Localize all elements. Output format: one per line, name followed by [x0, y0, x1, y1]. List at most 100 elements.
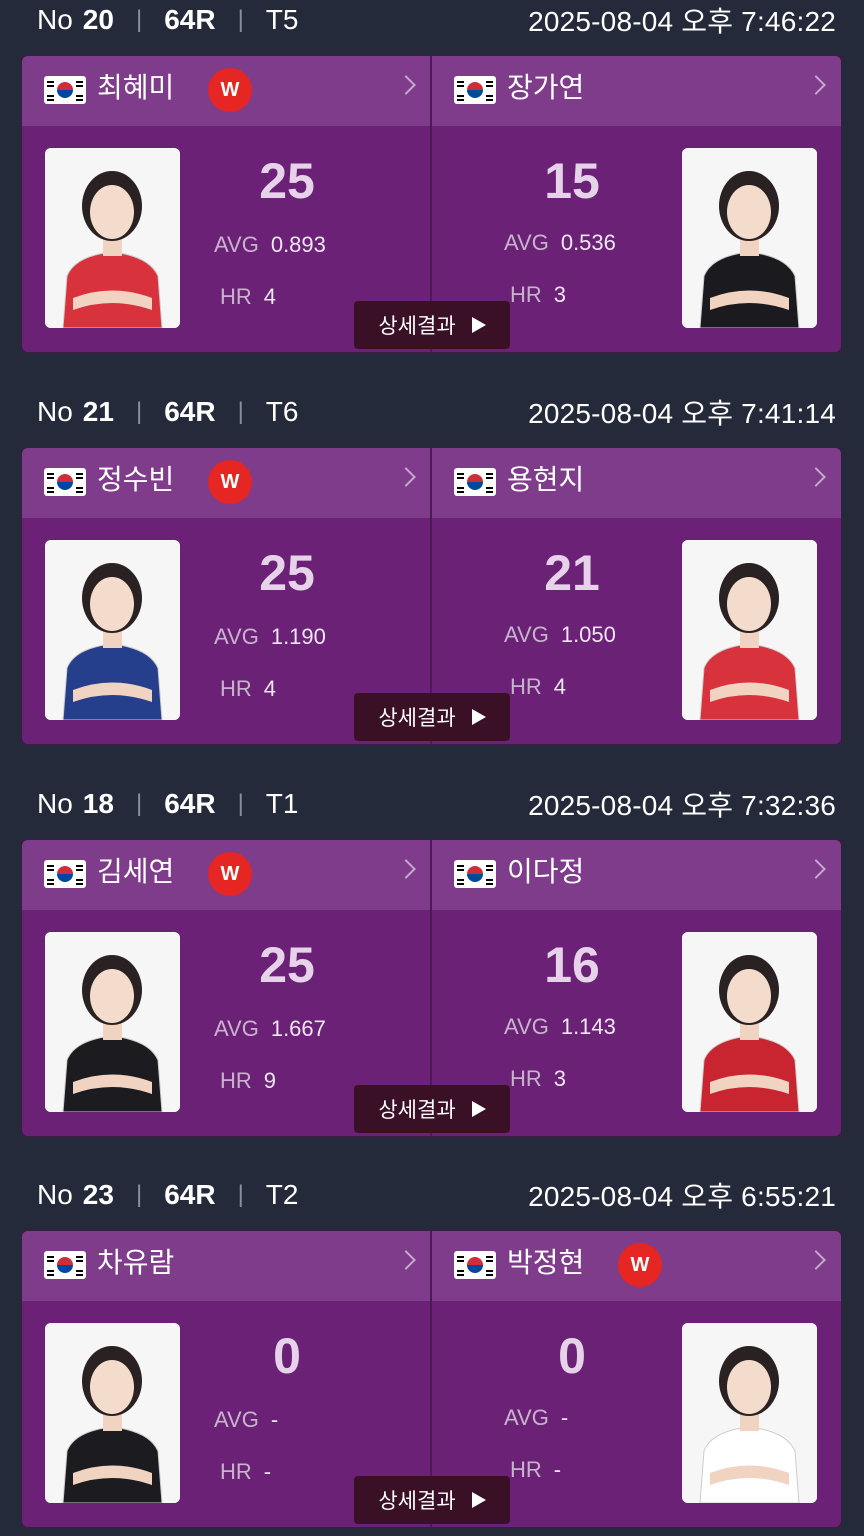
match-meta: No 21 | 64R | T6	[37, 396, 298, 428]
player-silhouette	[682, 540, 817, 720]
detail-result-button[interactable]: 상세결과	[354, 301, 510, 349]
winner-badge: W	[618, 1243, 662, 1287]
player-name-bar[interactable]: 김세연 W	[22, 840, 431, 910]
player-score: 25	[259, 153, 315, 209]
player-score: 0	[558, 1328, 586, 1384]
player-name: 이다정	[507, 856, 585, 887]
chevron-right-icon	[806, 859, 826, 879]
match-table: T1	[265, 788, 299, 819]
player-silhouette	[682, 932, 817, 1112]
hr-value: 3	[553, 1066, 567, 1091]
separator: |	[135, 6, 143, 33]
winner-badge: W	[208, 68, 252, 112]
player-avg: AVG 1.190	[214, 624, 326, 650]
avg-label: AVG	[214, 1016, 259, 1041]
player-hr: HR 4	[510, 674, 566, 700]
detail-result-button[interactable]: 상세결과	[354, 1085, 510, 1133]
match-timestamp: 2025-08-04 오후 6:55:21	[528, 1181, 836, 1212]
player-name: 최혜미	[97, 72, 175, 103]
match-round: 64R	[164, 1179, 216, 1210]
match-card[interactable]: 차유람 0 AVG - HR - 박정현 W 0 AVG - HR - 상세결과	[22, 1231, 841, 1527]
detail-result-label: 상세결과	[378, 707, 456, 730]
player-name: 장가연	[507, 72, 585, 103]
player-avg: AVG 1.667	[214, 1016, 326, 1042]
player-silhouette	[45, 932, 180, 1112]
avg-value: 0.536	[560, 230, 616, 255]
separator: |	[135, 1181, 143, 1208]
winner-badge: W	[208, 460, 252, 504]
player-avg: AVG -	[214, 1407, 278, 1433]
player-photo	[682, 1323, 817, 1503]
separator: |	[237, 398, 244, 425]
player-name-bar[interactable]: 박정현 W	[432, 1231, 841, 1301]
match-no-label: No	[37, 4, 73, 35]
player-name-bar[interactable]: 최혜미 W	[22, 56, 431, 126]
player-avg: AVG 0.536	[504, 230, 616, 256]
player-hr: HR 3	[510, 1066, 566, 1092]
player-name: 박정현	[507, 1247, 585, 1278]
chevron-right-icon	[396, 467, 416, 487]
player-name-bar[interactable]: 차유람	[22, 1231, 431, 1301]
player-name: 용현지	[507, 464, 585, 495]
player-name: 정수빈	[97, 464, 175, 495]
hr-value: 4	[553, 674, 567, 699]
player-hr: HR 9	[220, 1068, 276, 1094]
player-score: 25	[259, 545, 315, 601]
korea-flag-icon	[454, 76, 496, 104]
avg-label: AVG	[504, 230, 549, 255]
player-photo	[45, 148, 180, 328]
separator: |	[237, 790, 244, 817]
match-no-label: No	[37, 1179, 73, 1210]
hr-value: 4	[263, 676, 277, 701]
player-photo	[45, 1323, 180, 1503]
match-card[interactable]: 김세연 W 25 AVG 1.667 HR 9 이다정 16 AVG 1.143…	[22, 840, 841, 1136]
match-round: 64R	[164, 788, 216, 819]
match-no-label: No	[37, 788, 73, 819]
match-round: 64R	[164, 396, 216, 427]
avg-value: 1.190	[270, 624, 326, 649]
hr-label: HR	[510, 674, 542, 699]
player-silhouette	[682, 1323, 817, 1503]
match-header: No 21 | 64R | T6 2025-08-04 오후 7:41:14	[0, 392, 864, 432]
detail-result-button[interactable]: 상세결과	[354, 1476, 510, 1524]
korea-flag-icon	[44, 76, 86, 104]
avg-value: 1.050	[560, 622, 616, 647]
match-timestamp: 2025-08-04 오후 7:41:14	[528, 398, 836, 429]
hr-value: 3	[553, 282, 567, 307]
player-photo	[682, 932, 817, 1112]
korea-flag-icon	[44, 1251, 86, 1279]
hr-value: -	[263, 1459, 272, 1484]
detail-result-button[interactable]: 상세결과	[354, 693, 510, 741]
match-meta: No 18 | 64R | T1	[37, 788, 298, 820]
player-name-bar[interactable]: 정수빈 W	[22, 448, 431, 518]
player-avg: AVG 1.050	[504, 622, 616, 648]
player-hr: HR 4	[220, 676, 276, 702]
player-photo	[45, 932, 180, 1112]
match-header: No 20 | 64R | T5 2025-08-04 오후 7:46:22	[0, 0, 864, 40]
hr-label: HR	[220, 1068, 252, 1093]
player-name-bar[interactable]: 장가연	[432, 56, 841, 126]
match-card[interactable]: 최혜미 W 25 AVG 0.893 HR 4 장가연 15 AVG 0.536…	[22, 56, 841, 352]
player-name-bar[interactable]: 이다정	[432, 840, 841, 910]
player-avg: AVG 1.143	[504, 1014, 616, 1040]
avg-label: AVG	[504, 1405, 549, 1430]
player-name-bar[interactable]: 용현지	[432, 448, 841, 518]
separator: |	[135, 790, 143, 817]
match-round: 64R	[164, 4, 216, 35]
detail-result-label: 상세결과	[378, 1490, 456, 1513]
avg-value: 1.143	[560, 1014, 616, 1039]
player-silhouette	[45, 1323, 180, 1503]
avg-label: AVG	[214, 1407, 259, 1432]
avg-label: AVG	[214, 624, 259, 649]
player-avg: AVG 0.893	[214, 232, 326, 258]
hr-value: -	[553, 1457, 562, 1482]
match-results-list: No 20 | 64R | T5 2025-08-04 오후 7:46:22 최…	[0, 0, 864, 1536]
play-icon	[471, 1101, 486, 1117]
korea-flag-icon	[454, 860, 496, 888]
match-card[interactable]: 정수빈 W 25 AVG 1.190 HR 4 용현지 21 AVG 1.050…	[22, 448, 841, 744]
hr-label: HR	[220, 284, 252, 309]
hr-label: HR	[510, 1066, 542, 1091]
player-silhouette	[45, 540, 180, 720]
korea-flag-icon	[44, 468, 86, 496]
match-timestamp: 2025-08-04 오후 7:32:36	[528, 790, 836, 821]
